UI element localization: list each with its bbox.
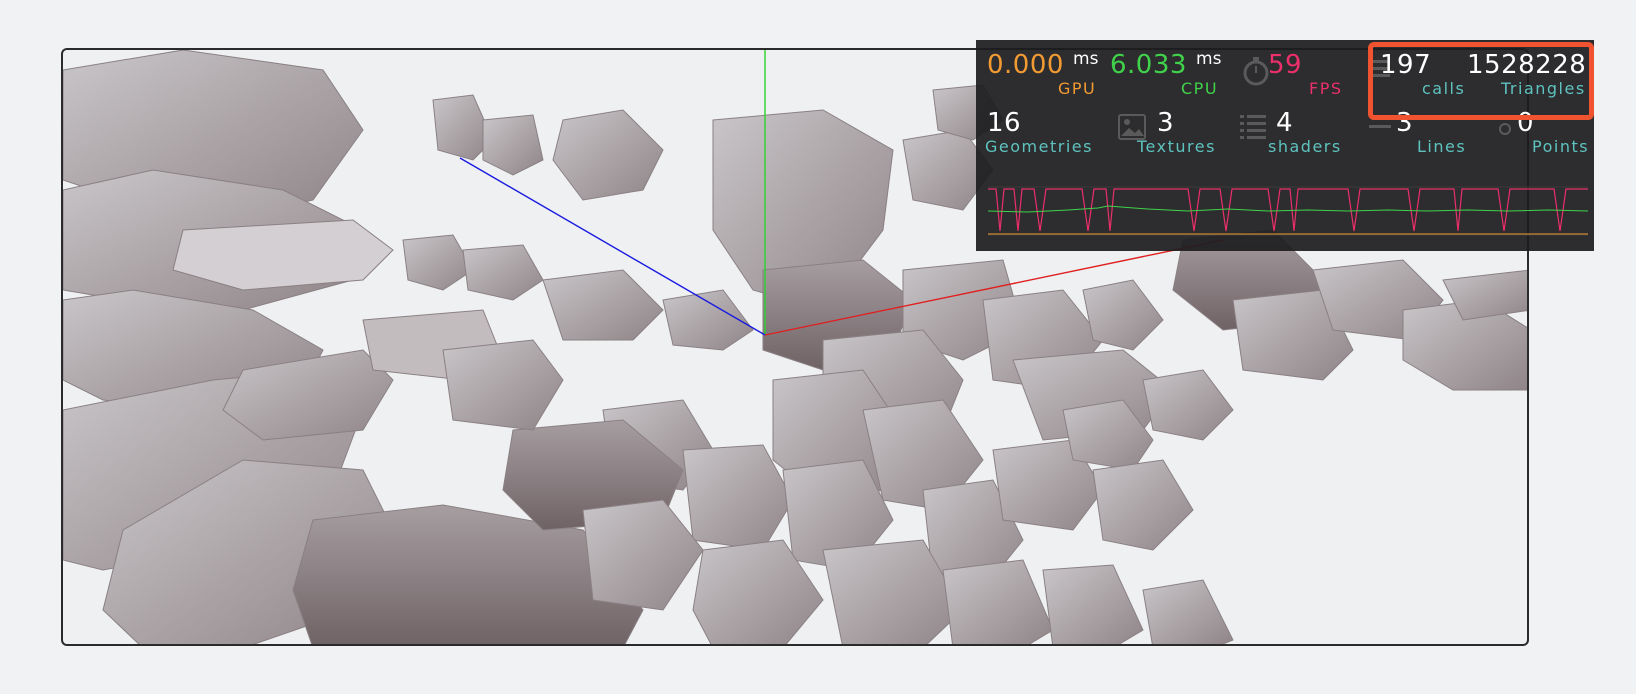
cpu-stat: 6.033 ms bbox=[1110, 50, 1221, 80]
point-icon bbox=[1499, 123, 1511, 135]
cpu-graph-line bbox=[988, 205, 1588, 213]
textures-value: 3 bbox=[1157, 108, 1175, 138]
gpu-value: 0.000 bbox=[987, 50, 1064, 80]
geometries-label: Geometries bbox=[985, 137, 1093, 156]
cpu-unit: ms bbox=[1196, 49, 1222, 69]
points-label: Points bbox=[1532, 137, 1590, 156]
shaders-value: 4 bbox=[1276, 108, 1294, 138]
fps-value: 59 bbox=[1268, 50, 1303, 80]
calls-triangles-highlight bbox=[1368, 42, 1594, 120]
cpu-label: CPU bbox=[1181, 79, 1219, 98]
line-icon bbox=[1369, 125, 1391, 128]
cpu-value: 6.033 bbox=[1110, 50, 1187, 80]
textures-label: Textures bbox=[1137, 137, 1216, 156]
lines-label: Lines bbox=[1417, 137, 1467, 156]
geometries-value: 16 bbox=[987, 108, 1022, 138]
performance-graph bbox=[988, 186, 1588, 236]
gpu-stat: 0.000 ms bbox=[987, 50, 1098, 80]
gpu-label: GPU bbox=[1058, 79, 1097, 98]
shaders-label: shaders bbox=[1268, 137, 1342, 156]
gpu-unit: ms bbox=[1073, 49, 1099, 69]
shader-lines-icon bbox=[1240, 115, 1266, 139]
fps-label: FPS bbox=[1309, 79, 1343, 98]
stopwatch-icon bbox=[1243, 57, 1269, 86]
